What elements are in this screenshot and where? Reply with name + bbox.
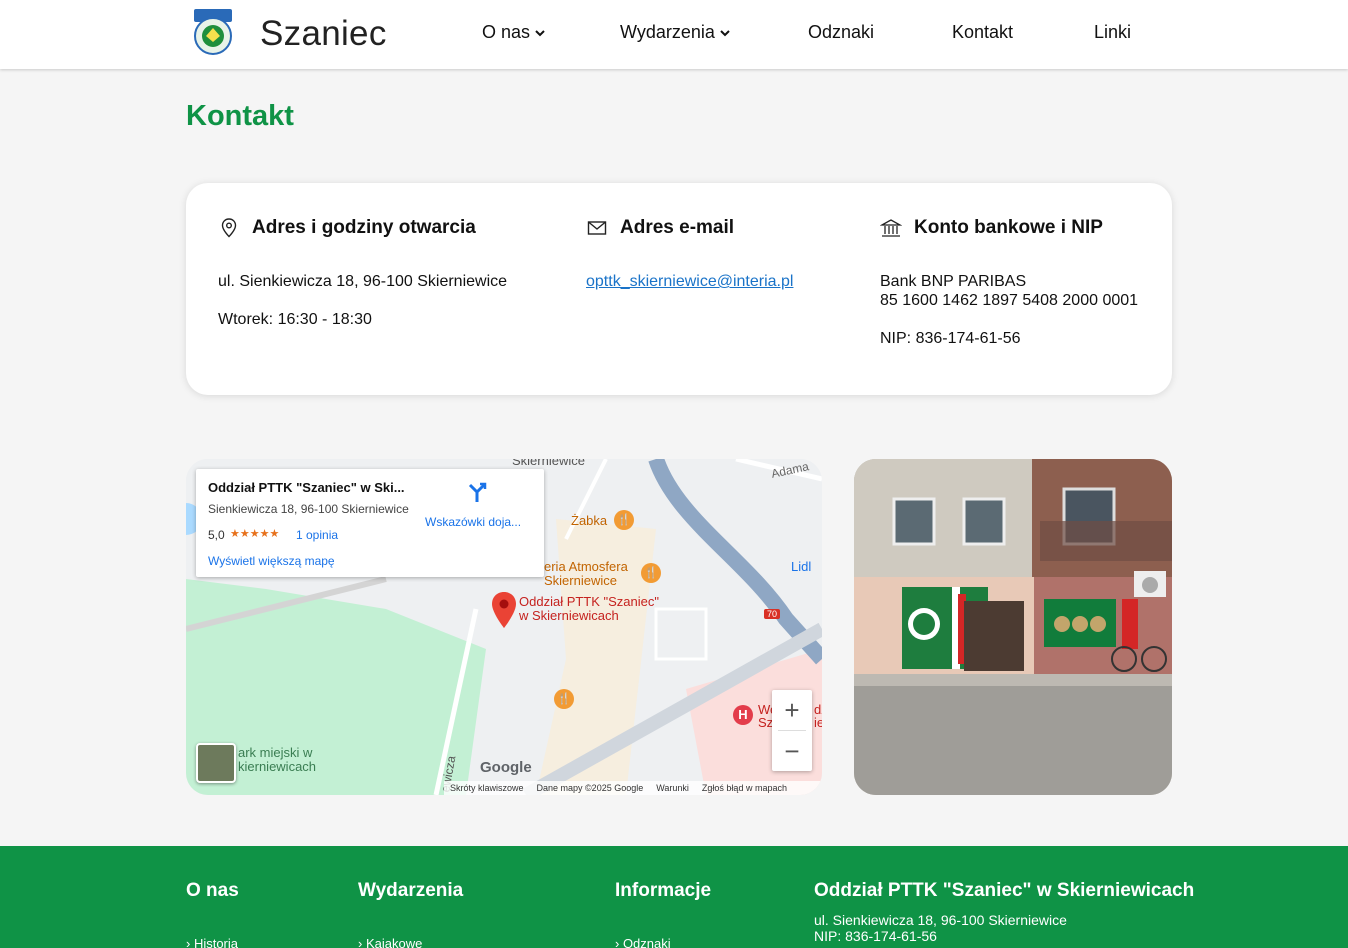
poi-park-line2: kierniewicach	[238, 759, 317, 774]
email-column: Adres e-mail opttk_skierniewice@interia.…	[586, 217, 793, 291]
restaurant-icon[interactable]: 🍴	[641, 563, 661, 583]
report-error-link[interactable]: Zgłoś błąd w mapach	[702, 783, 787, 793]
brand-name[interactable]: Szaniec	[260, 14, 387, 54]
terms-link[interactable]: Warunki	[656, 783, 689, 793]
address-heading-label: Adres i godziny otwarcia	[252, 217, 476, 238]
nav-label: O nas	[482, 22, 531, 42]
nav-item-odznaki[interactable]: Odznaki	[808, 22, 874, 43]
bigger-map-link[interactable]: Wyświetl większą mapę	[208, 554, 335, 568]
poi-hospital-label-right: dz ie	[814, 703, 822, 729]
poi-atmosfera-label: eria Atmosfera Skierniewice	[544, 560, 628, 588]
google-map[interactable]: Oddział PTTK "Szaniec" w Skierniewicach …	[186, 459, 822, 795]
rating-stars-icon: ★★★★★	[230, 528, 280, 540]
restaurant-icon[interactable]: 🍴	[554, 689, 574, 709]
zoom-out-button[interactable]: −	[772, 731, 812, 771]
footer-link-historia[interactable]: › Historia	[186, 936, 238, 948]
chevron-down-icon	[535, 29, 545, 36]
footer-heading: O nas	[186, 880, 239, 901]
hospital-icon[interactable]: H	[733, 705, 753, 725]
nav-item-kontakt[interactable]: Kontakt	[952, 22, 1013, 43]
marker-label-line2: w Skierniewicach	[519, 608, 619, 623]
email-heading-label: Adres e-mail	[620, 217, 735, 238]
place-rating: 5,0	[208, 528, 225, 542]
reviews-link[interactable]: 1 opinia	[296, 528, 338, 542]
poi-hospital-line4: ie	[814, 715, 822, 730]
footer-column-informacje: Informacje › Odznaki	[615, 880, 712, 948]
nav-label: Linki	[1094, 22, 1132, 42]
street-skierniewice-label: Skierniewice	[512, 459, 585, 468]
szaniec-logo[interactable]	[193, 8, 233, 56]
map-attribution-bar: Skróty klawiszowe Dane mapy ©2025 Google…	[444, 781, 822, 795]
directions-icon[interactable]	[466, 481, 488, 503]
footer-heading: Informacje	[615, 880, 712, 901]
marker-label-line1: Oddział PTTK "Szaniec"	[519, 594, 660, 609]
envelope-icon	[587, 221, 607, 235]
footer-address: ul. Sienkiewicza 18, 96-100 Skierniewice	[814, 912, 1067, 928]
place-info-card: Oddział PTTK "Szaniec" w Ski... Sienkiew…	[196, 469, 544, 577]
email-link[interactable]: opttk_skierniewice@interia.pl	[586, 273, 793, 290]
page-title: Kontakt	[186, 100, 294, 132]
footer-nip: NIP: 836-174-61-56	[814, 928, 937, 944]
road-70-badge: 70	[764, 609, 781, 619]
poi-park-line1: ark miejski w	[238, 745, 313, 760]
map-data-attribution: Dane mapy ©2025 Google	[536, 783, 644, 793]
zoom-controls: + −	[772, 690, 812, 771]
place-name: Oddział PTTK "Szaniec" w Ski...	[208, 480, 405, 495]
restaurant-icon[interactable]: 🍴	[614, 510, 634, 530]
satellite-toggle-thumbnail[interactable]	[196, 743, 236, 783]
poi-park-label: ark miejski w kierniewicach	[238, 746, 316, 774]
poi-zabka-label: Żabka	[571, 513, 608, 528]
nav-item-o-nas[interactable]: O nas	[482, 22, 545, 43]
footer-heading: Wydarzenia	[358, 880, 464, 901]
nav-item-linki[interactable]: Linki	[1094, 22, 1131, 43]
poi-atmosfera-line1: eria Atmosfera	[544, 559, 628, 574]
contact-card: Adres i godziny otwarcia ul. Sienkiewicz…	[186, 183, 1172, 395]
address-column: Adres i godziny otwarcia ul. Sienkiewicz…	[218, 217, 507, 329]
place-address: Sienkiewicza 18, 96-100 Skierniewice	[208, 502, 409, 516]
footer-link-kajakowe[interactable]: › Kajakowe	[358, 936, 422, 948]
keyboard-shortcuts-link[interactable]: Skróty klawiszowe	[450, 783, 524, 793]
nav-item-wydarzenia[interactable]: Wydarzenia	[620, 22, 730, 43]
google-logo: Google	[480, 759, 532, 776]
zoom-in-button[interactable]: +	[772, 690, 812, 730]
nip-number: NIP: 836-174-61-56	[880, 330, 1021, 347]
bank-icon	[880, 219, 902, 237]
bank-account: 85 1600 1462 1897 5408 2000 0001	[880, 292, 1139, 309]
bank-heading: Konto bankowe i NIP	[880, 217, 1138, 239]
bank-name: Bank BNP PARIBAS	[880, 273, 1027, 290]
site-footer: O nas › Historia Wydarzenia › Kajakowe I…	[0, 846, 1348, 948]
chevron-down-icon	[720, 29, 730, 36]
nav-label: Wydarzenia	[620, 22, 715, 42]
building-photo	[854, 459, 1172, 795]
footer-link-odznaki[interactable]: › Odznaki	[615, 936, 671, 948]
directions-link[interactable]: Wskazówki doja...	[425, 515, 521, 529]
location-pin-icon	[221, 218, 237, 238]
footer-column-o-nas: O nas › Historia	[186, 880, 239, 948]
poi-atmosfera-line2: Skierniewice	[544, 573, 617, 588]
footer-column-oddzial: Oddział PTTK "Szaniec" w Skierniewicach …	[814, 880, 1194, 944]
site-header: Szaniec O nas Wydarzenia Odznaki Kontakt…	[0, 0, 1348, 69]
footer-column-wydarzenia: Wydarzenia › Kajakowe	[358, 880, 464, 948]
nav-label: Odznaki	[808, 22, 875, 42]
address-heading: Adres i godziny otwarcia	[218, 217, 507, 239]
footer-heading: Oddział PTTK "Szaniec" w Skierniewicach	[814, 880, 1195, 901]
email-heading: Adres e-mail	[586, 217, 793, 239]
bank-heading-label: Konto bankowe i NIP	[914, 217, 1103, 238]
poi-lidl-label: Lidl	[791, 559, 812, 574]
opening-hours: Wtorek: 16:30 - 18:30	[218, 311, 372, 328]
location-marker-icon[interactable]	[492, 592, 516, 628]
address-street: ul. Sienkiewicza 18, 96-100 Skierniewice	[218, 273, 508, 290]
marker-label: Oddział PTTK "Szaniec" w Skierniewicach	[519, 595, 659, 623]
nav-label: Kontakt	[952, 22, 1014, 42]
bank-column: Konto bankowe i NIP Bank BNP PARIBAS 85 …	[880, 217, 1138, 348]
building-photo-illustration	[854, 459, 1172, 795]
